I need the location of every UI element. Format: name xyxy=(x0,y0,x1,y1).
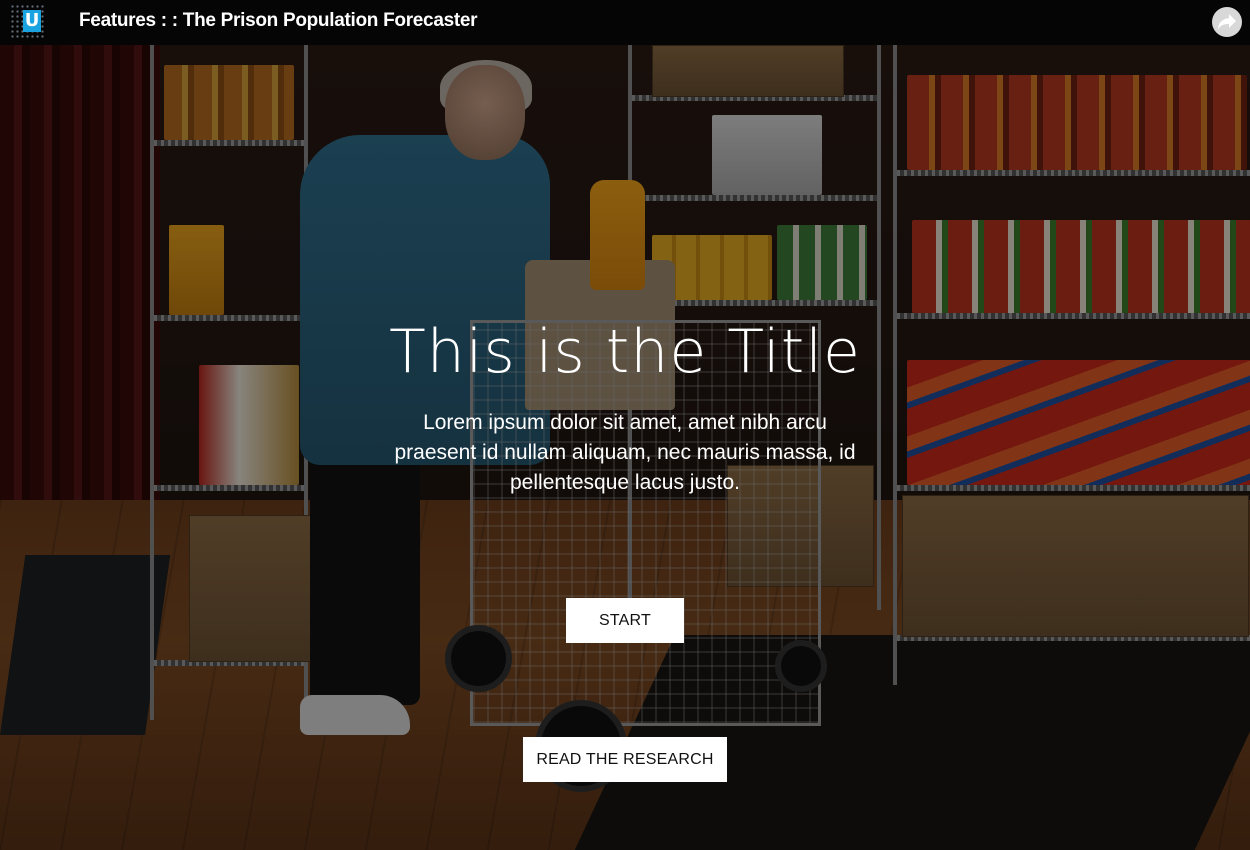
start-button[interactable]: START xyxy=(566,598,684,643)
read-the-research-button[interactable]: READ THE RESEARCH xyxy=(523,737,727,782)
top-bar: U Features : : The Prison Population For… xyxy=(0,0,1250,45)
site-logo[interactable]: U xyxy=(10,4,44,40)
hero-section: This is the Title Lorem ipsum dolor sit … xyxy=(0,45,1250,850)
share-button[interactable] xyxy=(1212,7,1242,37)
hero-title: This is the Title xyxy=(389,317,861,387)
hero-subtitle: Lorem ipsum dolor sit amet, amet nibh ar… xyxy=(394,411,856,494)
share-arrow-icon xyxy=(1218,14,1236,30)
logo-letter: U xyxy=(23,10,41,32)
hero-content: This is the Title Lorem ipsum dolor sit … xyxy=(0,45,1250,850)
page-title: Features : : The Prison Population Forec… xyxy=(79,10,478,31)
